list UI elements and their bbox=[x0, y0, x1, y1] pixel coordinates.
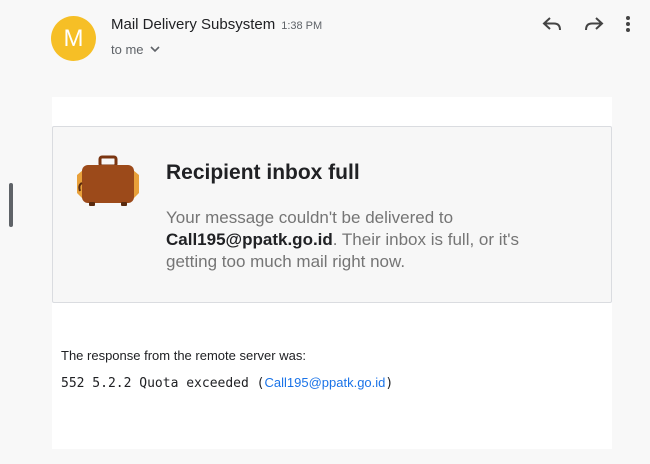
suitcase-icon bbox=[75, 155, 141, 211]
message-time: 1:38 PM bbox=[281, 20, 323, 32]
more-vert-icon bbox=[625, 15, 631, 38]
message-text-before: Your message couldn't be delivered to bbox=[166, 208, 454, 227]
avatar-letter: M bbox=[63, 24, 84, 52]
response-label: The response from the remote server was: bbox=[61, 348, 306, 363]
card-title: Recipient inbox full bbox=[166, 161, 360, 184]
reply-button[interactable] bbox=[538, 12, 566, 40]
sender-line: Mail Delivery Subsystem 1:38 PM bbox=[111, 16, 322, 33]
sender-name[interactable]: Mail Delivery Subsystem bbox=[111, 16, 275, 33]
recipient-toggle[interactable]: to me bbox=[111, 42, 160, 57]
reply-icon bbox=[542, 16, 562, 37]
recipient-label: to me bbox=[111, 42, 144, 57]
chevron-down-icon bbox=[149, 46, 160, 53]
response-code: 552 5.2.2 Quota exceeded (Call195@ppatk.… bbox=[61, 375, 393, 391]
recipient-address: Call195@ppatk.go.id bbox=[166, 230, 333, 249]
response-code-prefix: 552 5.2.2 Quota exceeded ( bbox=[61, 376, 265, 391]
sender-avatar[interactable]: M bbox=[51, 16, 96, 61]
bounce-card: Recipient inbox full Your message couldn… bbox=[52, 126, 612, 303]
more-options-button[interactable] bbox=[620, 12, 636, 40]
forward-button[interactable] bbox=[580, 12, 608, 40]
card-message: Your message couldn't be delivered to Ca… bbox=[166, 207, 566, 273]
response-address-link[interactable]: Call195@ppatk.go.id bbox=[265, 375, 386, 390]
forward-icon bbox=[584, 16, 604, 37]
email-body: Recipient inbox full Your message couldn… bbox=[52, 97, 612, 449]
scroll-handle[interactable] bbox=[9, 183, 13, 227]
response-code-suffix: ) bbox=[385, 376, 394, 391]
message-actions bbox=[524, 12, 636, 40]
